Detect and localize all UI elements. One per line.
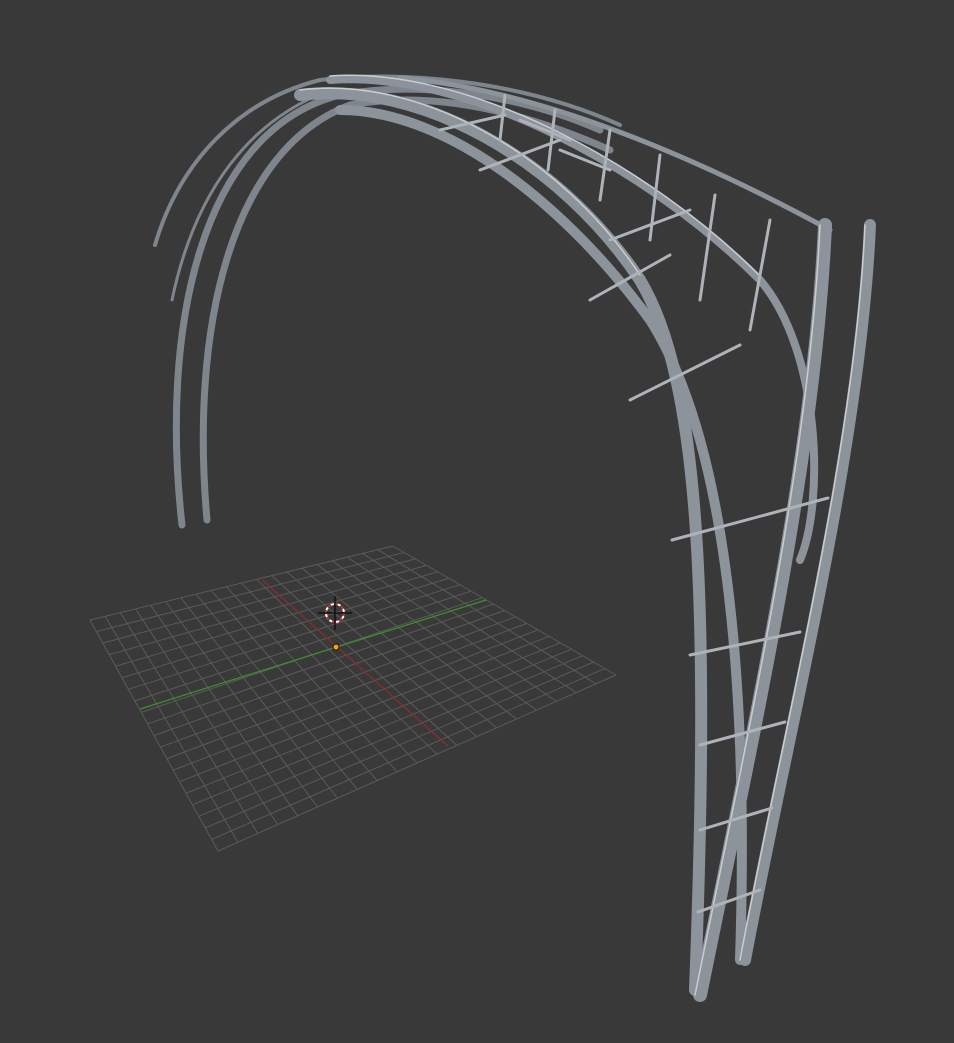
grid-line: [377, 549, 597, 685]
arch-model[interactable]: [153, 74, 876, 1002]
grid-line: [198, 655, 583, 817]
3d-cursor[interactable]: [318, 596, 352, 630]
cross-brace: [688, 630, 802, 657]
3d-viewport[interactable]: [0, 0, 954, 1043]
vertical-strut: [698, 193, 717, 302]
grid-line: [205, 661, 594, 829]
grid-line: [362, 552, 577, 694]
grid-line: [392, 545, 617, 676]
vertical-strut: [546, 108, 557, 172]
object-origin-dot[interactable]: [332, 643, 340, 651]
floor-grid: [89, 545, 617, 852]
viewport-canvas[interactable]: [0, 0, 954, 1043]
arch-cross-braces: [438, 93, 830, 914]
grid-line: [217, 674, 617, 852]
